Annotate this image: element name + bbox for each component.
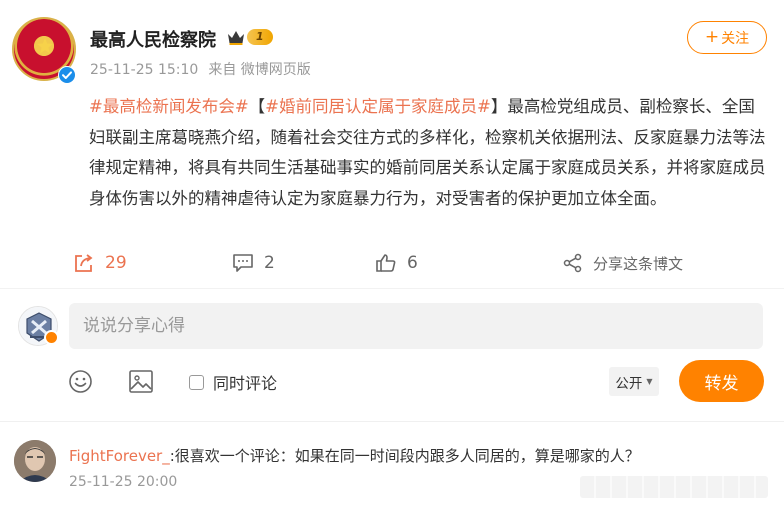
emoji-button[interactable] [68, 369, 93, 394]
repost-submit-button[interactable]: 转发 [679, 360, 764, 402]
crown-icon [228, 31, 244, 45]
like-count: 6 [407, 253, 418, 273]
comment-item: FightForever_:很喜欢一个评论：如果在同一时间段内跟多人同居的，算是… [69, 445, 640, 466]
commenter-avatar[interactable] [14, 440, 56, 482]
also-comment-checkbox[interactable] [189, 374, 204, 390]
post-timestamp[interactable]: 25-11-25 15:10 [90, 62, 198, 78]
emblem-icon [36, 37, 54, 54]
vip-badge[interactable]: 1 [226, 28, 273, 46]
follow-button[interactable]: + 关注 [687, 21, 767, 54]
follow-label: 关注 [721, 30, 750, 47]
watermark [580, 476, 768, 498]
caret-down-icon: ▼ [646, 377, 653, 386]
like-button[interactable]: 6 [375, 248, 418, 278]
divider [0, 288, 784, 289]
comment-text: :很喜欢一个评论：如果在同一时间段内跟多人同居的，算是哪家的人？ [169, 447, 640, 465]
bracket-open: 【 [248, 97, 266, 116]
person-avatar-icon [14, 440, 56, 482]
repost-button[interactable]: 29 [73, 248, 127, 278]
comment-timestamp: 25-11-25 20:00 [69, 474, 178, 490]
plus-icon: + [704, 27, 720, 47]
post-source: 来自 微博网页版 [208, 62, 311, 78]
visibility-dropdown[interactable]: 公开 ▼ [609, 367, 659, 396]
share-button[interactable]: 分享这条博文 [563, 248, 683, 278]
also-comment-option[interactable]: 同时评论 [189, 370, 277, 394]
hashtag-link[interactable]: #最高检新闻发布会# [89, 97, 249, 116]
visibility-value: 公开 [615, 375, 643, 392]
repost-comment-input[interactable] [69, 303, 763, 349]
also-comment-label: 同时评论 [213, 374, 278, 393]
author-name[interactable]: 最高人民检察院 [90, 26, 216, 52]
verified-badge-icon [58, 66, 76, 84]
share-label: 分享这条博文 [593, 254, 684, 273]
repost-icon [75, 254, 93, 272]
comment-count: 2 [264, 253, 275, 273]
bracket-close: 】 [490, 97, 508, 116]
divider [0, 421, 784, 422]
post-meta: 25-11-25 15:10 来自 微博网页版 [90, 59, 321, 79]
emoji-icon [69, 370, 92, 393]
hashtag-link[interactable]: #婚前同居认定属于家庭成员# [265, 97, 491, 116]
user-badge-icon [44, 330, 59, 345]
share-icon [563, 253, 582, 273]
comment-button[interactable]: 2 [232, 248, 275, 278]
image-button[interactable] [128, 369, 154, 394]
post-text: #最高检新闻发布会#【#婚前同居认定属于家庭成员#】最高检党组成员、副检察长、全… [89, 92, 769, 214]
comment-icon [233, 254, 253, 272]
action-bar: 29 2 6 分享这条博文 [0, 248, 784, 278]
comment-username[interactable]: FightForever_ [69, 447, 170, 465]
vip-level: 1 [247, 29, 273, 45]
thumbs-up-icon [376, 254, 396, 272]
repost-count: 29 [105, 253, 127, 273]
image-icon [129, 370, 153, 393]
